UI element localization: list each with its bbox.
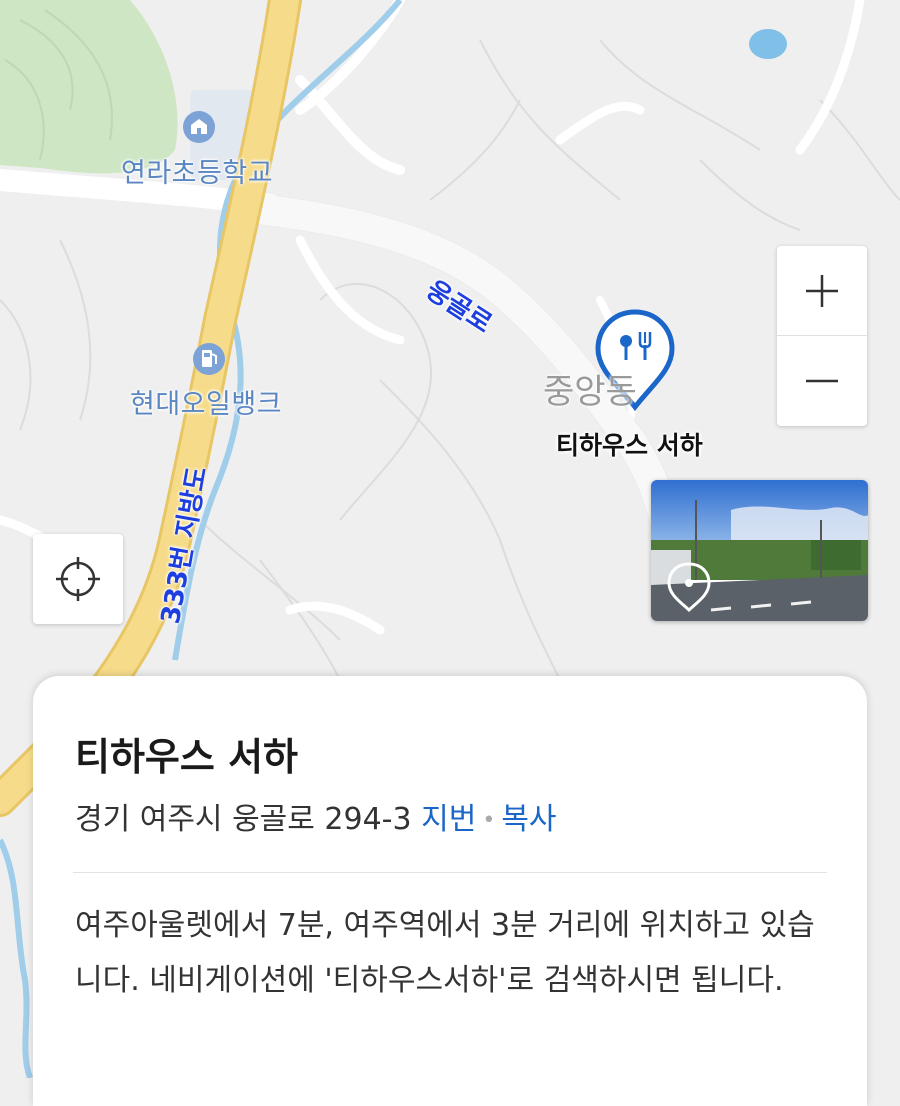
place-address: 경기 여주시 웅골로 294-3 (75, 802, 412, 837)
crosshair-icon (56, 557, 100, 601)
place-info-card: 티하우스 서하 경기 여주시 웅골로 294-3 지번 • 복사 여주아울렛에서 7… (33, 676, 867, 1106)
place-title[interactable]: 티하우스 서하 (75, 726, 298, 781)
minus-icon (806, 379, 838, 382)
school-label[interactable]: 연라초등학교 (121, 151, 273, 190)
copy-address-link[interactable]: 복사 (501, 802, 556, 837)
separator-dot: • (482, 808, 496, 833)
area-label: 중앙동 (543, 372, 637, 412)
zoom-controls (777, 246, 867, 426)
card-divider (73, 872, 827, 873)
pond (749, 29, 787, 59)
current-location-button[interactable] (33, 534, 123, 624)
lot-number-link[interactable]: 지번 (421, 802, 476, 837)
place-pin-label[interactable]: 티하우스 서하 (556, 426, 703, 462)
gas-station-icon (193, 343, 225, 375)
zoom-out-button[interactable] (777, 336, 867, 425)
streetview-thumbnail[interactable] (651, 480, 868, 621)
zoom-in-button[interactable] (777, 246, 867, 336)
gas-station-label[interactable]: 현대오일뱅크 (130, 382, 282, 421)
place-description: 여주아울렛에서 7분, 여주역에서 3분 거리에 위치하고 있습니다. 네비게이… (75, 908, 815, 998)
place-address-row: 경기 여주시 웅골로 294-3 지번 • 복사 (75, 794, 557, 838)
school-icon (183, 111, 215, 143)
plus-icon (806, 274, 838, 307)
